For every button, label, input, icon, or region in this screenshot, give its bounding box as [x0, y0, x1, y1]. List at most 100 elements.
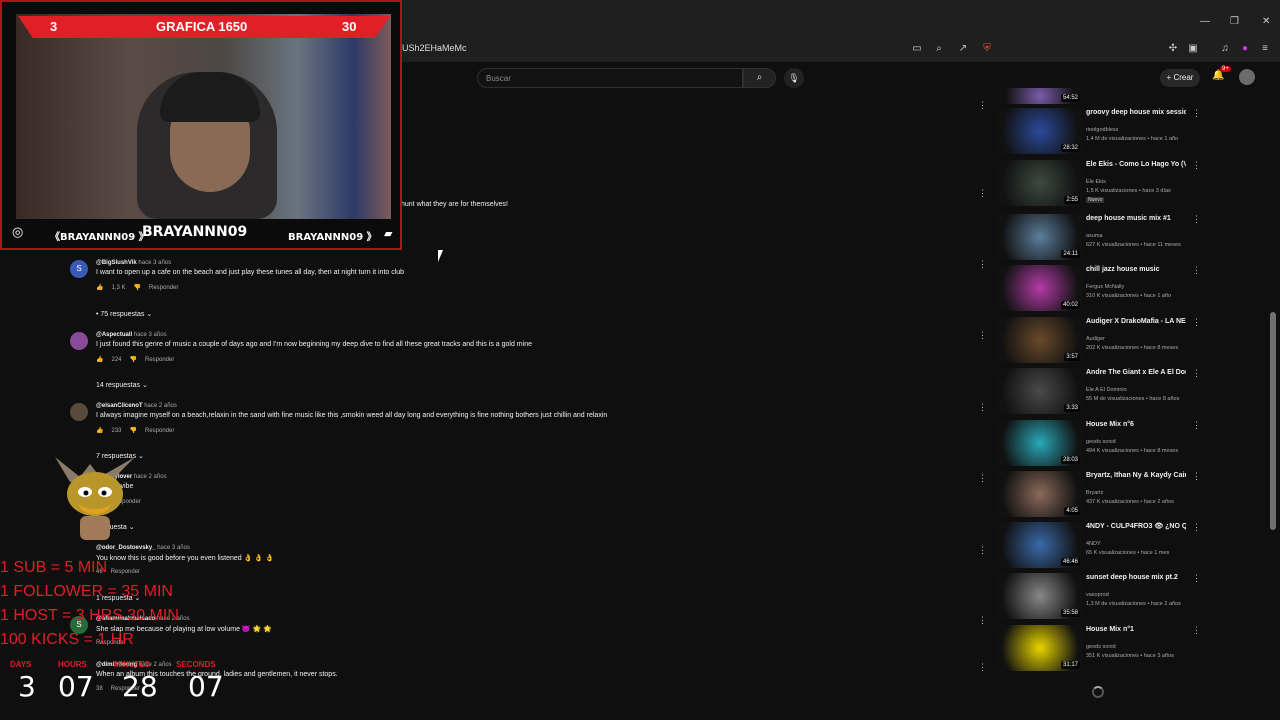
- video-title[interactable]: Ele Ekis - Como Lo Hago Yo (Video Oficia…: [1086, 160, 1186, 169]
- video-thumbnail[interactable]: 2:55: [998, 160, 1082, 206]
- more-options-icon[interactable]: ⋮: [1192, 368, 1201, 379]
- music-icon[interactable]: ♫: [1218, 42, 1232, 56]
- more-options-icon[interactable]: ⋮: [1192, 317, 1201, 328]
- video-title[interactable]: House Mix n°6: [1086, 420, 1186, 429]
- more-options-icon[interactable]: ⋮: [1192, 160, 1201, 171]
- video-title[interactable]: Andre The Giant x Ele A El Dominio - Roc…: [1086, 368, 1186, 377]
- video-channel[interactable]: asuma: [1086, 233, 1103, 239]
- video-channel[interactable]: geods sonid: [1086, 644, 1116, 650]
- video-title[interactable]: deep house music mix #1: [1086, 214, 1186, 223]
- more-options-icon[interactable]: ⋮: [1192, 108, 1201, 119]
- search-button[interactable]: ⌕: [743, 68, 776, 88]
- video-thumbnail[interactable]: 3:57: [998, 317, 1082, 363]
- address-bar[interactable]: USh2EHaMeMc: [402, 43, 467, 53]
- cast-icon[interactable]: ▭: [910, 42, 924, 56]
- comment-menu-icon[interactable]: ⋮: [978, 473, 987, 484]
- comment-menu-icon[interactable]: ⋮: [978, 615, 987, 626]
- video-thumbnail[interactable]: 54:52: [998, 88, 1082, 104]
- video-thumbnail[interactable]: 40:02: [998, 265, 1082, 311]
- more-options-icon[interactable]: ⋮: [1192, 265, 1201, 276]
- like-icon[interactable]: 👍: [96, 285, 103, 291]
- comment-menu-icon[interactable]: ⋮: [978, 100, 987, 111]
- comment-author[interactable]: @Aspectuall: [96, 332, 132, 338]
- scrollbar[interactable]: [1270, 312, 1276, 530]
- video-channel[interactable]: Ele Ekis: [1086, 179, 1106, 185]
- comment-author[interactable]: @odor_Dostoevsky_: [96, 545, 156, 551]
- avatar[interactable]: [70, 403, 88, 421]
- video-card[interactable]: 3:33 Andre The Giant x Ele A El Dominio -…: [998, 368, 1201, 416]
- video-card[interactable]: 28:32 groovy deep house mix session rioolg…: [998, 108, 1201, 156]
- restore-icon[interactable]: ❐: [1230, 16, 1239, 27]
- video-thumbnail[interactable]: 24:11: [998, 214, 1082, 260]
- video-title[interactable]: sunset deep house mix pt.2: [1086, 573, 1186, 582]
- video-card[interactable]: 35:58 sunset deep house mix pt.2 vasoprod 1…: [998, 573, 1201, 621]
- comment-menu-icon[interactable]: ⋮: [978, 662, 987, 673]
- video-card[interactable]: 4:05 Bryartz, Ithan Ny & Kaydy Cain - Ins…: [998, 471, 1201, 519]
- video-channel[interactable]: Ele A El Dominio: [1086, 387, 1127, 393]
- video-thumbnail[interactable]: 3:33: [998, 368, 1082, 414]
- leo-icon[interactable]: ●: [1238, 42, 1252, 56]
- video-thumbnail[interactable]: 46:46: [998, 522, 1082, 568]
- avatar[interactable]: [70, 332, 88, 350]
- video-card[interactable]: 40:02 chill jazz house music Fergus McNall…: [998, 265, 1201, 313]
- more-options-icon[interactable]: ⋮: [1192, 214, 1201, 225]
- search-input[interactable]: Buscar: [477, 68, 743, 88]
- dislike-icon[interactable]: 👎: [130, 357, 137, 363]
- video-card[interactable]: 2:55 Ele Ekis - Como Lo Hago Yo (Video Of…: [998, 160, 1201, 208]
- comment-menu-icon[interactable]: ⋮: [978, 188, 987, 199]
- sidebar-icon[interactable]: ▣: [1186, 42, 1200, 56]
- video-channel[interactable]: Bryartz: [1086, 490, 1103, 496]
- video-channel[interactable]: 4NDY: [1086, 541, 1101, 547]
- comment-author[interactable]: @BigSlushVik: [96, 260, 137, 266]
- video-title[interactable]: House Mix n°1: [1086, 625, 1186, 634]
- video-title[interactable]: groovy deep house mix session: [1086, 108, 1186, 117]
- video-card[interactable]: 28:03 House Mix n°6 geods sonid 494 K visua…: [998, 420, 1201, 468]
- video-channel[interactable]: rioolgodbless: [1086, 127, 1118, 133]
- like-icon[interactable]: 👍: [96, 428, 103, 434]
- like-icon[interactable]: 👍: [96, 357, 103, 363]
- comment-menu-icon[interactable]: ⋮: [978, 402, 987, 413]
- comment-author[interactable]: @elsanCilcenoT: [96, 403, 143, 409]
- video-thumbnail[interactable]: 31:17: [998, 625, 1082, 671]
- reply-button[interactable]: Responder: [145, 428, 174, 434]
- video-title[interactable]: 4NDY - CULP4FRO3 👁 ¿NO QUERIAS AFRO? (LA…: [1086, 522, 1186, 531]
- video-title[interactable]: Bryartz, Ithan Ny & Kaydy Cain - Insanax: [1086, 471, 1186, 480]
- more-options-icon[interactable]: ⋮: [1192, 522, 1201, 533]
- video-thumbnail[interactable]: 28:03: [998, 420, 1082, 466]
- replies-toggle[interactable]: • 75 respuestas ⌄: [96, 310, 152, 318]
- more-options-icon[interactable]: ⋮: [1192, 471, 1201, 482]
- comment-menu-icon[interactable]: ⋮: [978, 545, 987, 556]
- replies-toggle[interactable]: 14 respuestas ⌄: [96, 381, 148, 389]
- video-channel[interactable]: vasoprod: [1086, 592, 1109, 598]
- video-card[interactable]: 24:11 deep house music mix #1 asuma 627 K v…: [998, 214, 1201, 262]
- zoom-icon[interactable]: ⌕: [932, 42, 946, 56]
- reply-button[interactable]: Responder: [145, 357, 174, 363]
- avatar[interactable]: S: [70, 260, 88, 278]
- close-icon[interactable]: ✕: [1262, 16, 1270, 27]
- dislike-icon[interactable]: 👎: [134, 285, 141, 291]
- video-channel[interactable]: geods sonid: [1086, 439, 1116, 445]
- more-options-icon[interactable]: ⋮: [1192, 573, 1201, 584]
- video-channel[interactable]: Fergus McNally: [1086, 284, 1124, 290]
- video-thumbnail[interactable]: 4:05: [998, 471, 1082, 517]
- video-channel[interactable]: Audiger: [1086, 336, 1105, 342]
- create-button[interactable]: + Crear: [1160, 69, 1200, 87]
- extensions-icon[interactable]: ✣: [1166, 42, 1180, 56]
- brave-shield-icon[interactable]: ⛨: [980, 42, 994, 56]
- video-card[interactable]: 3:57 Audiger X DrakoMafia - LA NEURONA QU…: [998, 317, 1201, 365]
- video-thumbnail[interactable]: 35:58: [998, 573, 1082, 619]
- share-icon[interactable]: ↗: [956, 42, 970, 56]
- video-thumbnail[interactable]: 28:32: [998, 108, 1082, 154]
- reply-button[interactable]: Responder: [149, 285, 178, 291]
- comment-menu-icon[interactable]: ⋮: [978, 259, 987, 270]
- video-card[interactable]: 46:46 4NDY - CULP4FRO3 👁 ¿NO QUERIAS AFRO…: [998, 522, 1201, 570]
- video-title[interactable]: chill jazz house music: [1086, 265, 1186, 274]
- comment-menu-icon[interactable]: ⋮: [978, 330, 987, 341]
- minimize-icon[interactable]: —: [1200, 16, 1210, 27]
- menu-icon[interactable]: ≡: [1258, 42, 1272, 56]
- more-options-icon[interactable]: ⋮: [1192, 420, 1201, 431]
- video-title[interactable]: Audiger X DrakoMafia - LA NEURONA QUE FA…: [1086, 317, 1186, 326]
- video-card[interactable]: 31:17 House Mix n°1 geods sonid 351 K visua…: [998, 625, 1201, 673]
- account-avatar[interactable]: [1239, 69, 1255, 85]
- dislike-icon[interactable]: 👎: [130, 428, 137, 434]
